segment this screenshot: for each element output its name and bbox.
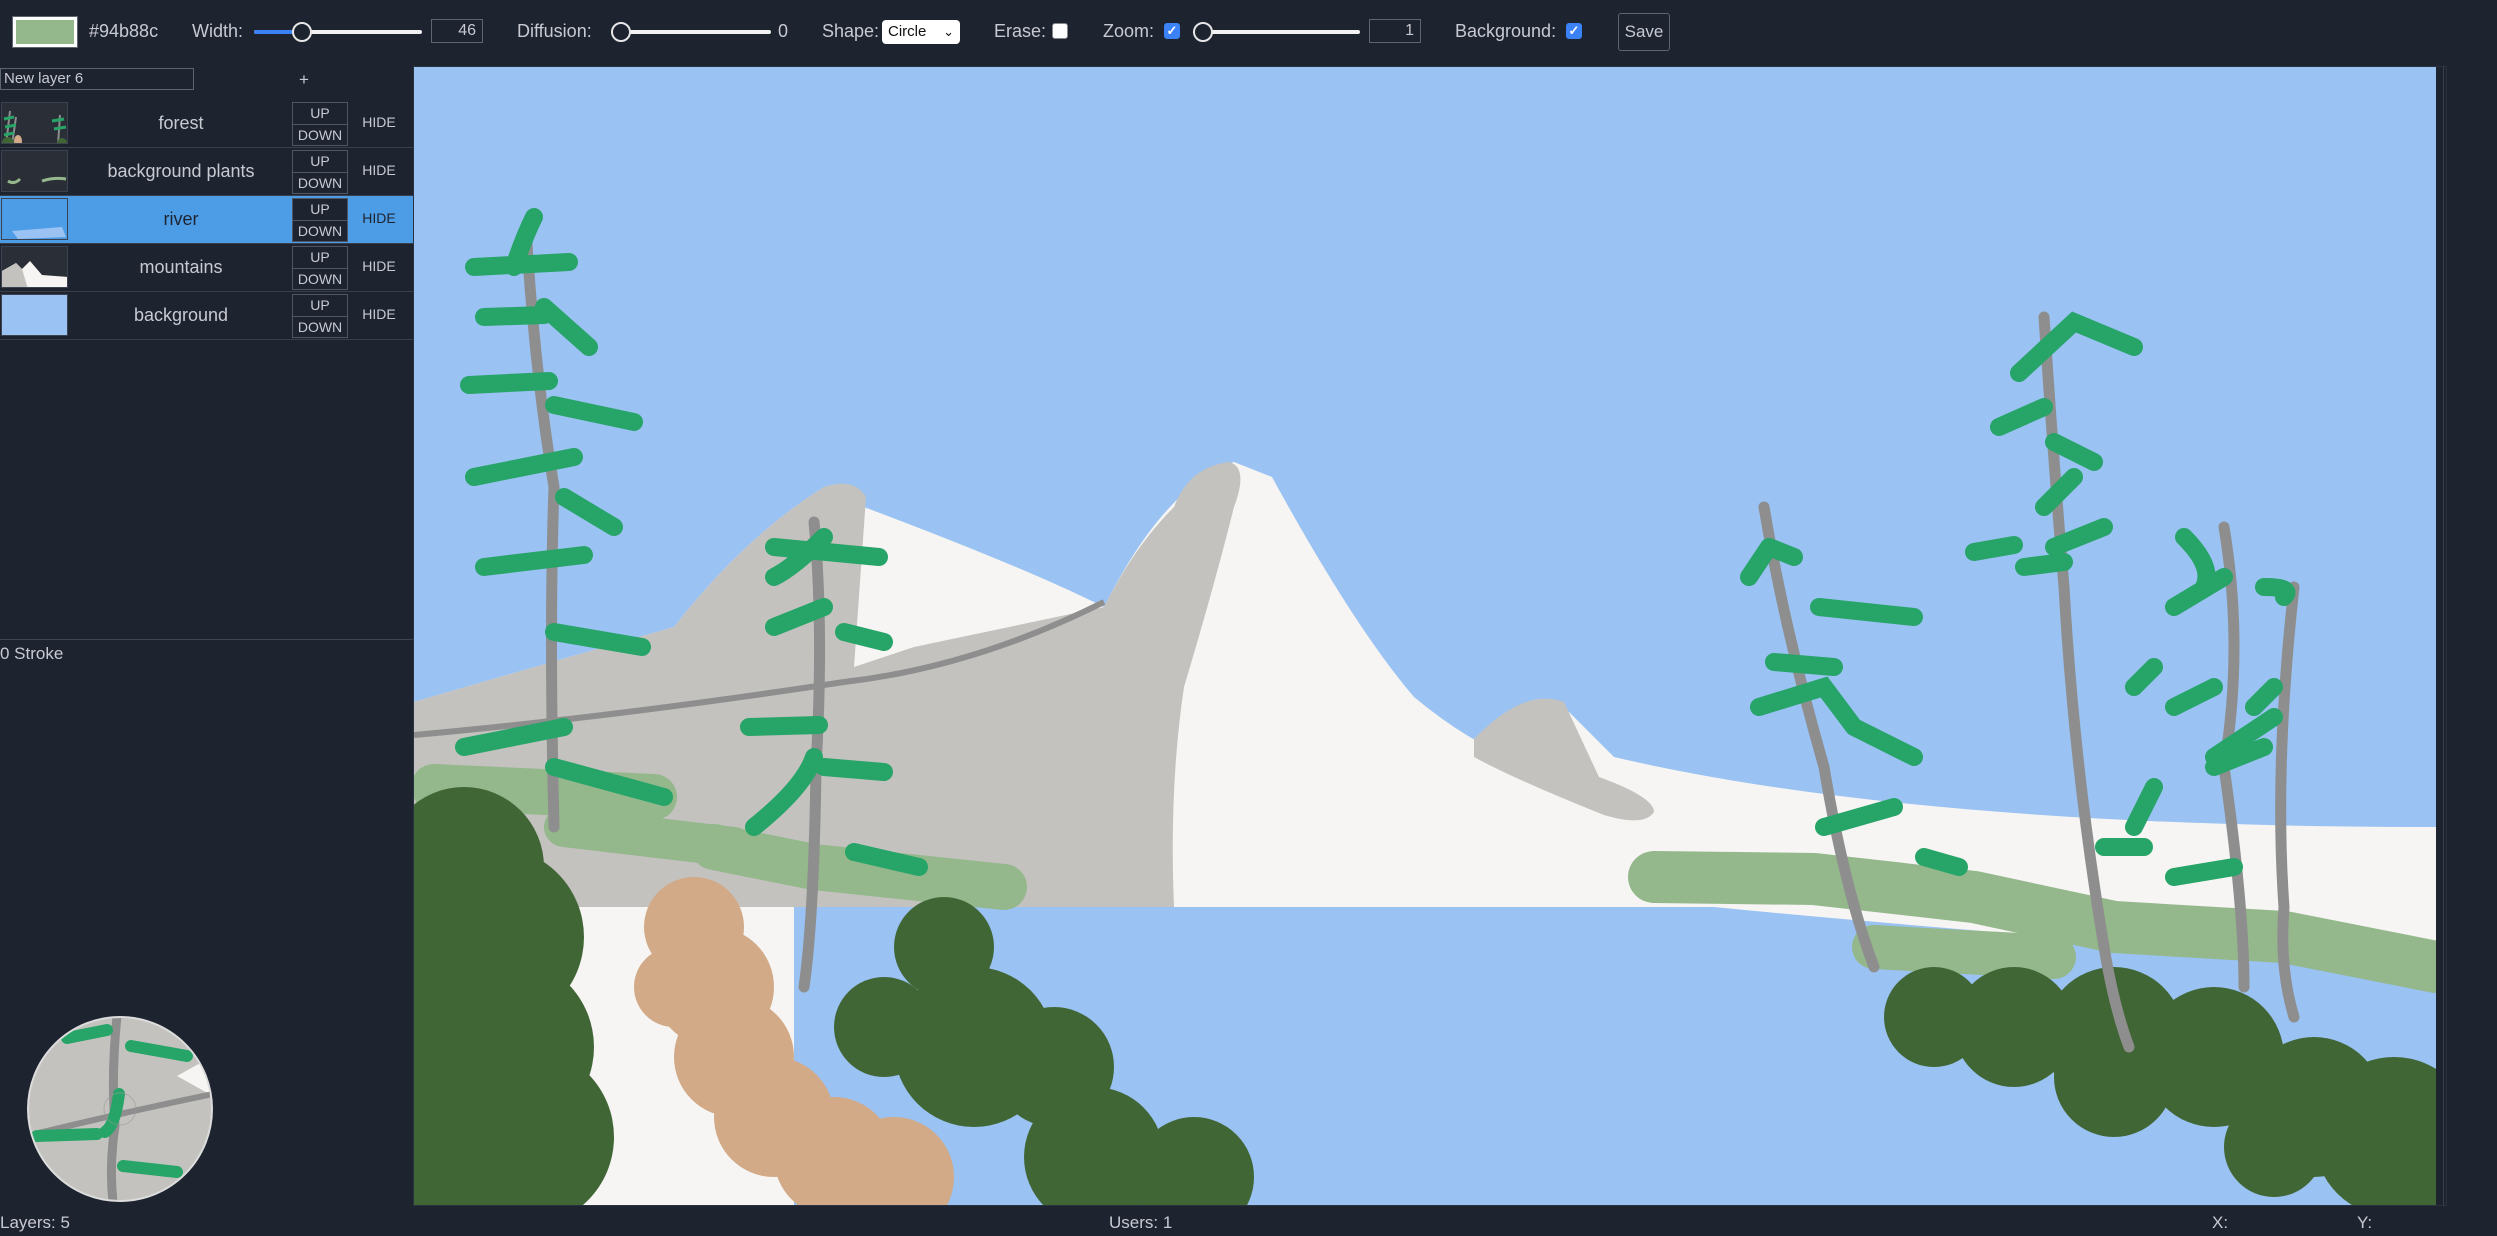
zoom-checkbox[interactable]: ✓ [1164,23,1180,39]
shape-select-value: Circle [888,23,927,40]
cursor-x-label: X: [2212,1213,2229,1232]
zoom-slider-thumb[interactable] [1193,22,1213,42]
layer-row-forest[interactable]: forest UP DOWN HIDE [0,100,413,148]
users-count: Users: 1 [1109,1213,1173,1232]
layer-name: background [133,305,229,325]
layer-hide-button[interactable]: HIDE [352,210,406,226]
canvas-right-border [2443,66,2444,1206]
layer-hide-button[interactable]: HIDE [352,162,406,178]
erase-label: Erase: [994,21,1047,41]
color-swatch-fill [16,20,74,44]
layer-down-button[interactable]: DOWN [293,124,347,146]
cursor-y-label: Y: [2357,1213,2373,1232]
layer-thumbnail [1,150,68,192]
layer-move-buttons: UP DOWN [292,246,348,290]
background-label: Background: [1455,21,1557,41]
chevron-down-icon: ⌄ [943,24,954,39]
layer-move-buttons: UP DOWN [292,150,348,194]
layer-down-button[interactable]: DOWN [293,268,347,290]
layer-down-button[interactable]: DOWN [293,316,347,338]
layer-hide-button[interactable]: HIDE [352,258,406,274]
width-slider[interactable] [254,17,422,47]
color-swatch[interactable] [12,16,78,48]
layer-row-background-plants[interactable]: background plants UP DOWN HIDE [0,148,413,196]
erase-checkbox[interactable] [1052,23,1068,39]
shape-label: Shape: [822,21,880,41]
layer-up-button[interactable]: UP [293,199,347,220]
width-slider-thumb[interactable] [292,22,313,42]
save-button[interactable]: Save [1618,13,1670,51]
layer-hide-button[interactable]: HIDE [352,306,406,322]
layer-move-buttons: UP DOWN [292,198,348,242]
add-layer-button[interactable]: + [299,70,309,90]
zoom-input[interactable]: 1 [1369,19,1421,43]
diffusion-value: 0 [778,21,789,41]
color-hex-label: #94b88c [89,21,159,41]
drawing-canvas[interactable] [413,66,2447,1206]
diffusion-slider-thumb[interactable] [611,22,631,42]
layer-up-button[interactable]: UP [293,247,347,268]
layer-name: river [163,209,199,229]
layer-row-background[interactable]: background UP DOWN HIDE [0,292,413,340]
layer-thumbnail [1,198,68,240]
layers-count: Layers: 5 [0,1213,70,1232]
layers-panel: New layer 6 + forest UP DOWN HIDE backgr… [0,66,413,1216]
canvas-artwork [414,67,2436,1205]
layer-name: background plants [107,161,255,181]
zoom-label: Zoom: [1103,21,1155,41]
layer-down-button[interactable]: DOWN [293,172,347,194]
layer-up-button[interactable]: UP [293,295,347,316]
layer-hide-button[interactable]: HIDE [352,114,406,130]
layer-thumbnail [1,246,68,288]
layer-thumbnail [1,102,68,144]
diffusion-label: Diffusion: [517,21,592,41]
layer-thumbnail [1,294,68,336]
layer-down-button[interactable]: DOWN [293,220,347,242]
new-layer-name-input[interactable]: New layer 6 [0,68,194,90]
shape-select[interactable]: Circle ⌄ [882,20,960,44]
diffusion-slider[interactable] [611,17,771,47]
layer-up-button[interactable]: UP [293,103,347,124]
layer-name: forest [158,113,204,133]
layer-row-mountains[interactable]: mountains UP DOWN HIDE [0,244,413,292]
layer-move-buttons: UP DOWN [292,102,348,146]
status-bar: Layers: 5 Users: 1 X: Y: [0,1213,2497,1236]
toolbar: #94b88c Width: 46 Diffusion: 0 Shape: Ci… [0,0,2497,66]
zoom-preview-lens [27,1016,213,1202]
layer-row-river[interactable]: river UP DOWN HIDE [0,196,413,244]
width-input[interactable]: 46 [431,19,483,43]
width-label: Width: [192,21,244,41]
layer-up-button[interactable]: UP [293,151,347,172]
stroke-count-label: 0 Stroke [0,644,64,663]
panel-divider [0,639,413,640]
background-checkbox[interactable]: ✓ [1566,23,1582,39]
layer-name: mountains [139,257,223,277]
layer-move-buttons: UP DOWN [292,294,348,338]
zoom-slider[interactable] [1193,17,1360,47]
